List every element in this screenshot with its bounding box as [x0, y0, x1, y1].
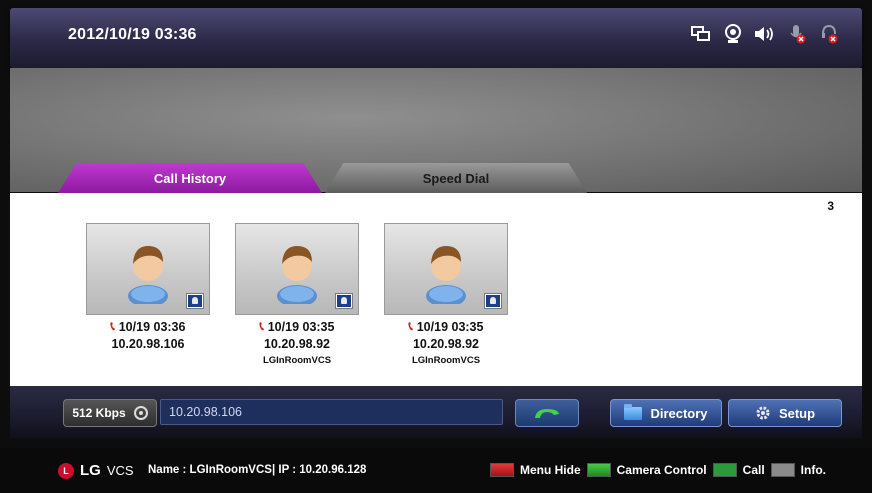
speaker-icon — [754, 23, 776, 45]
tab-speed-dial[interactable]: Speed Dial — [325, 163, 587, 193]
contact-thumbnail — [384, 223, 508, 315]
bandwidth-label: 512 Kbps — [72, 406, 126, 420]
history-item[interactable]: 📞︎ 10/19 03:35 10.20.98.92 LGInRoomVCS — [235, 223, 359, 366]
contact-thumbnail — [86, 223, 210, 315]
bandwidth-button[interactable]: 512 Kbps — [63, 399, 157, 427]
camera-icon — [722, 23, 744, 45]
lg-logo-icon: L — [58, 462, 74, 479]
outgoing-call-icon: 📞︎ — [110, 319, 115, 333]
person-icon — [426, 246, 466, 304]
history-item[interactable]: 📞︎ 10/19 03:35 10.20.98.92 LGInRoomVCS — [384, 223, 508, 366]
person-icon — [128, 246, 168, 304]
history-count: 3 — [827, 199, 834, 213]
brand-name: LG — [80, 462, 101, 479]
tab-call-history[interactable]: Call History — [58, 163, 322, 193]
setup-button[interactable]: Setup — [728, 399, 842, 427]
call-ip: 10.20.98.106 — [111, 337, 185, 351]
contact-card-icon — [336, 294, 352, 308]
call-time: 10/19 03:35 — [416, 319, 484, 334]
call-time: 10/19 03:35 — [267, 319, 335, 334]
folder-icon — [624, 403, 643, 420]
network-monitor-icon — [690, 23, 712, 45]
contact-card-icon — [187, 294, 203, 308]
target-icon — [133, 406, 148, 420]
call-ip: 10.20.98.92 — [412, 337, 480, 351]
legend-info: Info. — [800, 463, 826, 477]
address-input[interactable] — [160, 399, 503, 425]
dial-bar: 512 Kbps Directory Setup — [10, 386, 862, 438]
info-key-icon — [770, 463, 795, 477]
call-name: LGInRoomVCS — [262, 355, 332, 366]
legend-camera-control: Camera Control — [616, 463, 707, 477]
call-key-icon — [712, 463, 737, 477]
outgoing-call-icon: 📞︎ — [259, 319, 264, 333]
headset-muted-icon — [818, 23, 840, 45]
call-ip: 10.20.98.92 — [263, 337, 331, 351]
contact-card-icon — [485, 294, 501, 308]
red-key-icon — [489, 463, 514, 477]
brand: L LG VCS — [58, 462, 134, 479]
datetime: 2012/10/19 03:36 — [68, 26, 197, 43]
green-key-icon — [586, 463, 611, 477]
tab-speed-dial-label: Speed Dial — [422, 170, 490, 186]
call-history-panel: 3 📞︎ 10/19 03:36 10.20.98.106 📞︎ 10/19 0… — [10, 193, 862, 386]
contact-thumbnail — [235, 223, 359, 315]
setup-label: Setup — [778, 405, 816, 421]
remote-key-legend: Menu Hide Camera Control Call Info. — [489, 463, 826, 477]
product-name: VCS — [106, 463, 134, 478]
call-name: LGInRoomVCS — [411, 355, 481, 366]
call-button[interactable] — [515, 399, 579, 427]
mic-muted-icon — [786, 23, 808, 45]
device-info: Name : LGInRoomVCS| IP : 10.20.96.128 — [148, 464, 367, 476]
gear-icon — [756, 406, 770, 420]
legend-call: Call — [742, 463, 765, 477]
status-icons — [690, 23, 840, 45]
call-time: 10/19 03:36 — [118, 319, 186, 334]
vcs-screen: 2012/10/19 03:36 Call History Speed Dial — [0, 0, 872, 493]
directory-button[interactable]: Directory — [610, 399, 722, 427]
legend-menu-hide: Menu Hide — [519, 463, 581, 477]
history-item[interactable]: 📞︎ 10/19 03:36 10.20.98.106 — [86, 223, 210, 355]
tab-call-history-label: Call History — [153, 170, 227, 186]
directory-label: Directory — [650, 405, 708, 421]
outgoing-call-icon: 📞︎ — [408, 319, 413, 333]
footer-bar: L LG VCS Name : LGInRoomVCS| IP : 10.20.… — [0, 448, 872, 493]
handset-icon — [535, 409, 559, 418]
person-icon — [277, 246, 317, 304]
top-status-bar: 2012/10/19 03:36 — [10, 8, 862, 68]
